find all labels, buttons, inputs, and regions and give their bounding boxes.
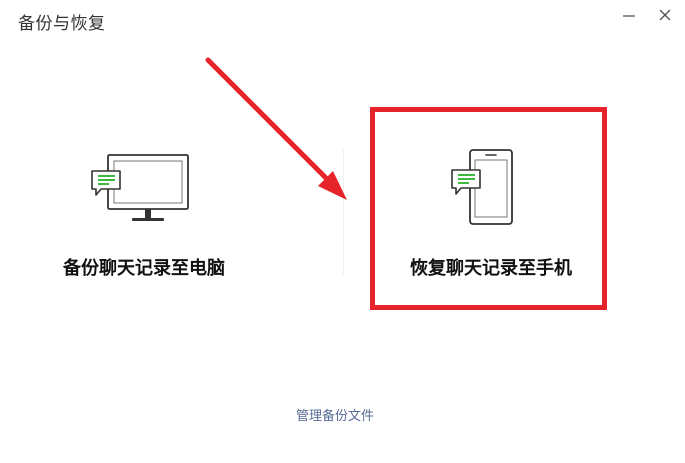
phone-chat-icon [451, 149, 513, 225]
close-icon [659, 9, 671, 21]
window-title: 备份与恢复 [18, 14, 106, 34]
minimize-button[interactable] [615, 4, 645, 30]
restore-option-label: 恢复聊天记录至手机 [410, 258, 572, 279]
restore-to-phone-option[interactable]: 恢复聊天记录至手机 [376, 112, 598, 302]
options-divider [343, 150, 344, 274]
backup-to-computer-option[interactable]: 备份聊天记录至电脑 [40, 140, 270, 290]
minimize-icon [623, 15, 635, 17]
computer-chat-icon [91, 154, 189, 221]
manage-backup-files-link[interactable]: 管理备份文件 [296, 405, 374, 424]
backup-option-label: 备份聊天记录至电脑 [63, 258, 225, 279]
close-button[interactable] [651, 4, 681, 30]
backup-restore-window: 备份与恢复 备份聊天记录至电脑 恢复聊天记录至手机 管理备份文件 [0, 0, 685, 463]
